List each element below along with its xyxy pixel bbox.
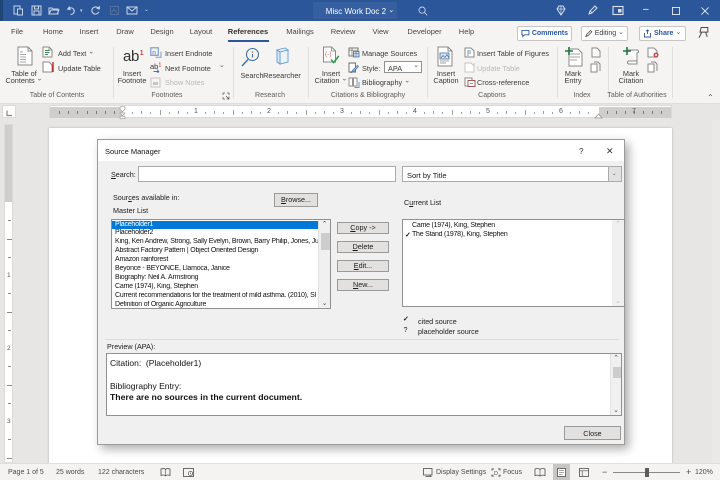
svg-text:1: 1 <box>159 63 162 69</box>
svg-text:n: n <box>152 50 156 57</box>
svg-text:D: D <box>494 471 498 477</box>
svg-text:(-): (-) <box>325 51 332 58</box>
